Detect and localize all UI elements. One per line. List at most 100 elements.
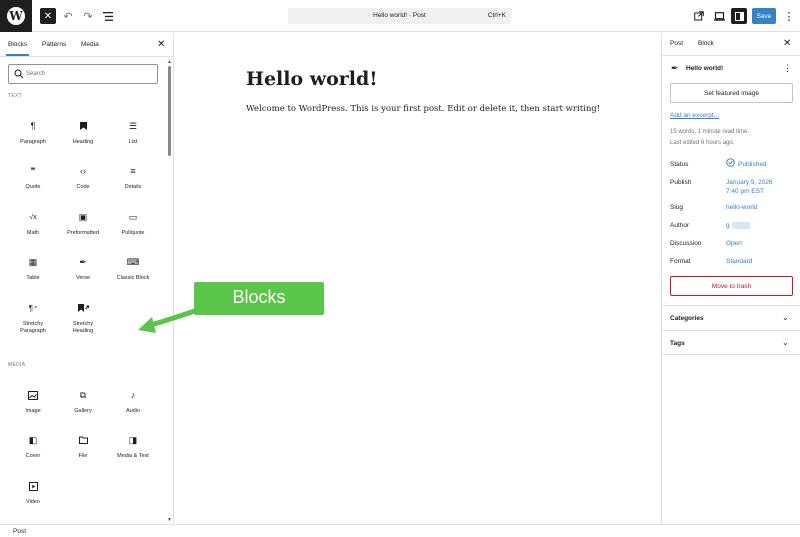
block-label: Video — [26, 499, 40, 505]
block-details[interactable]: ≡ Details — [109, 164, 157, 204]
close-inserter-button[interactable]: ✕ — [40, 8, 56, 24]
inserter-tabs: Blocks Patterns Media ✕ — [0, 33, 173, 57]
quote-icon: ❞ — [30, 165, 36, 176]
command-shortcut: Ctrl+K — [487, 12, 506, 19]
block-stretchy-paragraph[interactable]: ¶ ↗ Stretchy Paragraph — [9, 301, 57, 341]
categories-panel-label: Categories — [670, 315, 704, 322]
editor-canvas[interactable]: Hello world! Welcome to WordPress. This … — [175, 33, 660, 524]
save-button[interactable]: Save — [752, 8, 776, 24]
block-label: Verse — [75, 275, 91, 281]
document-title: Hello world! · Post — [373, 12, 426, 19]
status-value[interactable]: Published — [738, 160, 767, 169]
block-label: List — [128, 139, 138, 145]
block-cover[interactable]: ◧ Cover — [9, 433, 57, 473]
scrollbar-thumb[interactable] — [168, 66, 171, 156]
block-pullquote[interactable]: ▭ Pullquote — [109, 210, 157, 250]
format-value[interactable]: Standard — [726, 257, 752, 266]
block-label: Code — [76, 184, 90, 190]
tags-panel-toggle[interactable]: Tags ⌄ — [662, 330, 800, 355]
block-verse[interactable]: ✒ Verse — [59, 255, 107, 295]
block-image[interactable]: Image — [9, 388, 57, 428]
close-settings-icon[interactable]: ✕ — [783, 38, 791, 49]
math-icon: √x — [29, 213, 37, 221]
block-preformatted[interactable]: ▣ Preformatted — [59, 210, 107, 250]
gallery-icon: ⧉ — [79, 389, 87, 400]
author-label: Author — [670, 222, 690, 229]
block-label-line2: Heading — [72, 328, 94, 334]
tab-blocks[interactable]: Blocks — [5, 41, 30, 56]
block-heading[interactable]: Heading — [59, 119, 107, 159]
block-audio[interactable]: ♪ Audio — [109, 388, 157, 428]
redo-button[interactable]: ↷ — [80, 8, 96, 24]
block-label: Table — [26, 275, 40, 281]
author-value[interactable]: g — [726, 221, 750, 230]
breadcrumb[interactable]: Post — [13, 528, 26, 535]
editor-top-bar: W ✕ ↶ ↷ Hello world! · Post Ctrl+K Save — [0, 0, 800, 32]
publish-label: Publish — [670, 179, 692, 186]
verse-icon: ✒ — [79, 256, 87, 267]
block-code[interactable]: ‹› Code — [59, 164, 107, 204]
block-paragraph[interactable]: ¶ Paragraph — [9, 119, 57, 159]
set-featured-image-button[interactable]: Set featured image — [670, 83, 793, 103]
settings-tabs: Post Block ✕ — [662, 33, 800, 56]
block-label-line2: Paragraph — [20, 328, 46, 334]
block-label: Paragraph — [20, 139, 46, 145]
command-palette-bar[interactable]: Hello world! · Post Ctrl+K — [288, 8, 511, 24]
editor-footer: Post — [0, 524, 800, 537]
block-quote[interactable]: ❞ Quote — [9, 164, 57, 204]
block-media-text[interactable]: ◨ Media & Text — [109, 433, 157, 473]
image-icon — [26, 388, 40, 402]
categories-panel-toggle[interactable]: Categories ⌄ — [662, 305, 800, 330]
tab-patterns[interactable]: Patterns — [42, 41, 66, 48]
block-math[interactable]: √x Math — [9, 210, 57, 250]
author-redaction — [731, 221, 750, 229]
list-view-button[interactable] — [100, 8, 116, 24]
block-video[interactable]: Video — [9, 479, 57, 519]
slug-label: Slug — [670, 204, 684, 211]
device-preview-icon — [713, 11, 725, 21]
slug-value[interactable]: hello-world — [726, 203, 757, 212]
discussion-value[interactable]: Open — [726, 239, 742, 248]
details-icon: ≡ — [130, 166, 136, 176]
undo-button[interactable]: ↶ — [60, 8, 76, 24]
wordpress-logo-button[interactable]: W — [0, 0, 32, 32]
discussion-label: Discussion — [670, 240, 702, 247]
post-feather-icon: ✒ — [671, 63, 679, 73]
block-classic[interactable]: ⌨ Classic Block — [109, 255, 157, 295]
block-label-line1: Stretchy — [72, 321, 94, 327]
block-gallery[interactable]: ⧉ Gallery — [59, 388, 107, 428]
video-icon — [26, 479, 40, 493]
external-link-icon — [694, 11, 704, 21]
tab-block[interactable]: Block — [698, 40, 714, 47]
published-check-icon — [726, 158, 735, 167]
post-actions-kebab-icon[interactable]: ⋮ — [783, 63, 792, 74]
move-to-trash-button[interactable]: Move to trash — [670, 276, 793, 296]
scroll-down-icon[interactable]: ▼ — [167, 517, 172, 523]
block-file[interactable]: File — [59, 433, 107, 473]
tab-media[interactable]: Media — [81, 41, 99, 48]
publish-date-value[interactable]: January 9, 2026 7:40 pm EST — [726, 178, 773, 196]
block-label: Stretchy Paragraph — [9, 321, 57, 335]
block-label: Gallery — [74, 408, 92, 414]
view-post-button[interactable] — [691, 8, 707, 24]
add-excerpt-link[interactable]: Add an excerpt... — [670, 112, 719, 119]
block-inserter-panel: Blocks Patterns Media ✕ Search TEXT ¶ Pa… — [0, 33, 174, 524]
block-search-input[interactable]: Search — [8, 64, 158, 84]
post-title[interactable]: Hello world! — [246, 68, 378, 90]
preview-device-button[interactable] — [711, 8, 727, 24]
scroll-up-icon[interactable]: ▲ — [167, 59, 172, 65]
publish-time: 7:40 pm EST — [726, 188, 764, 195]
block-table[interactable]: ▦ Table — [9, 255, 57, 295]
stretchy-heading-icon — [76, 301, 90, 315]
post-paragraph[interactable]: Welcome to WordPress. This is your first… — [246, 104, 600, 114]
inserter-scrollbar[interactable]: ▲ ▼ — [167, 59, 172, 523]
block-label: File — [78, 453, 88, 459]
settings-sidebar-toggle[interactable] — [731, 8, 747, 24]
tab-post[interactable]: Post — [670, 40, 683, 47]
code-icon: ‹› — [80, 166, 86, 176]
block-stretchy-heading[interactable]: Stretchy Heading — [59, 301, 107, 341]
block-label: Quote — [25, 184, 41, 190]
block-list[interactable]: ☰ List — [109, 119, 157, 159]
options-menu-button[interactable]: ⋮ — [781, 8, 797, 24]
close-inserter-icon[interactable]: ✕ — [157, 39, 165, 50]
